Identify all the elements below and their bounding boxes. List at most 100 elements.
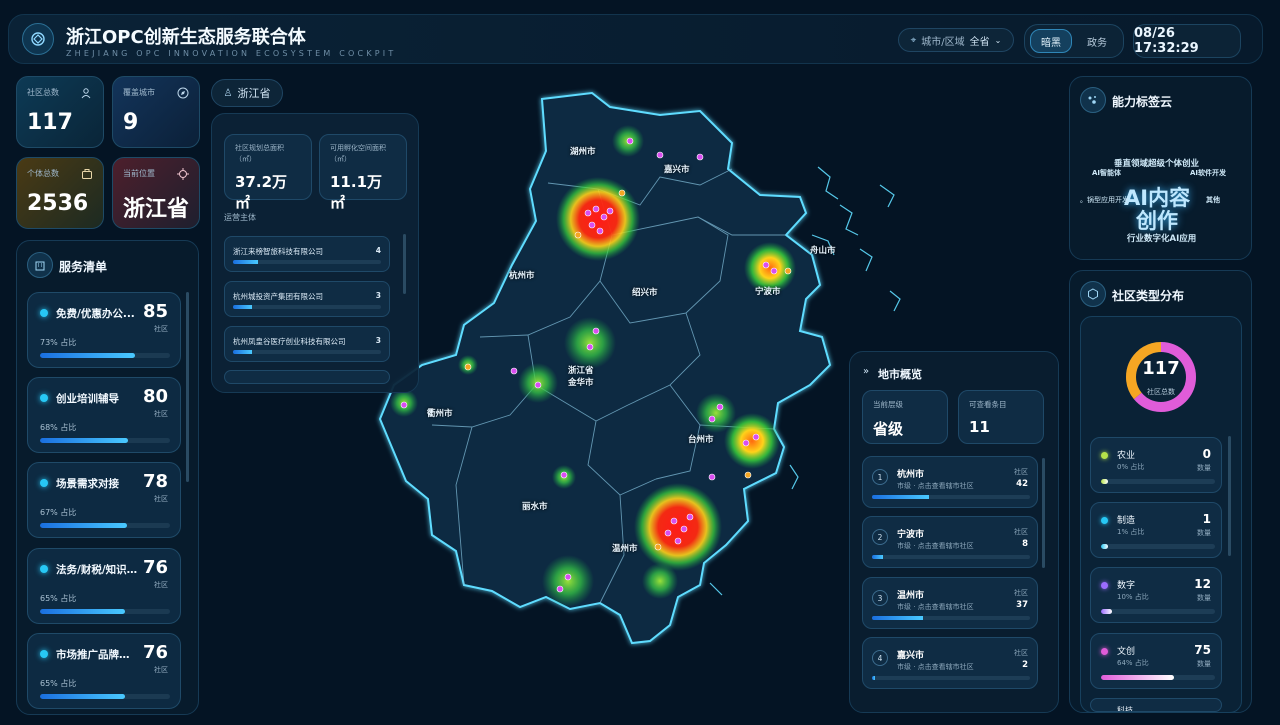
service-item[interactable]: 市场推广品牌宣... 76 社区 65% 占比 xyxy=(27,633,181,709)
city-label-ningbo[interactable]: 宁波市 xyxy=(755,285,781,297)
operator-bar xyxy=(233,305,381,309)
city-label-lishui[interactable]: 丽水市 xyxy=(522,500,548,512)
city-label-taizhou[interactable]: 台州市 xyxy=(688,433,714,445)
compass-icon xyxy=(177,87,189,99)
operator-count: 3 xyxy=(375,336,381,345)
target-icon xyxy=(177,168,189,180)
status-dot xyxy=(40,565,48,573)
service-unit: 社区 xyxy=(154,495,168,503)
service-count: 80 xyxy=(142,386,168,407)
service-progress-fill xyxy=(40,523,128,528)
service-name: 创业培训辅导 xyxy=(56,393,119,405)
service-percent: 68% 占比 xyxy=(40,423,77,432)
operator-row[interactable]: 杭州城投资产集团有限公司 3 xyxy=(224,281,390,317)
city-overview-item[interactable]: 4 嘉兴市 市级 · 点击查看辖市社区 社区 2 xyxy=(862,637,1038,689)
operator-row[interactable]: 杭州凤皇谷医疗创业科技有限公司 3 xyxy=(224,326,390,362)
rank-badge: 1 xyxy=(872,469,888,485)
service-name: 市场推广品牌宣... xyxy=(56,649,138,661)
city-label-hangzhou[interactable]: 杭州市 xyxy=(509,269,535,281)
city-count: 42 xyxy=(1016,479,1028,489)
type-item[interactable]: 制造 1% 占比 1 数量 xyxy=(1090,502,1222,558)
city-label-quzhou[interactable]: 衢州市 xyxy=(427,407,453,419)
type-distribution-title: 社区类型分布 xyxy=(1112,289,1185,303)
tag-vertical-solo[interactable]: 垂直领域超级个体创业 xyxy=(1114,157,1199,169)
city-overview-item[interactable]: 3 温州市 市级 · 点击查看辖市社区 社区 37 xyxy=(862,577,1038,629)
type-count: 75 xyxy=(1194,643,1211,657)
gov-mode-button[interactable]: 政务 xyxy=(1076,29,1118,53)
type-item[interactable]: 数字 10% 占比 12 数量 xyxy=(1090,567,1222,623)
dark-mode-button[interactable]: 暗黑 xyxy=(1030,29,1072,53)
service-item[interactable]: 免费/优惠办公... 85 社区 73% 占比 xyxy=(27,292,181,368)
service-item[interactable]: 场景需求对接 78 社区 67% 占比 xyxy=(27,462,181,538)
type-percent: 1% 占比 xyxy=(1117,528,1145,536)
city-subtitle: 市级 · 点击查看辖市社区 xyxy=(897,542,974,550)
city-overview-item[interactable]: 1 杭州市 市级 · 点击查看辖市社区 社区 42 xyxy=(862,456,1038,508)
city-label-shaoxing[interactable]: 绍兴市 xyxy=(632,286,658,298)
rank-badge: 4 xyxy=(872,650,888,666)
city-overview-scrollbar[interactable] xyxy=(1042,458,1045,568)
tag-creation[interactable]: 创作 xyxy=(1136,205,1178,235)
type-unit: 数量 xyxy=(1197,660,1211,668)
type-unit: 数量 xyxy=(1197,464,1211,472)
type-item[interactable]: 文创 64% 占比 75 数量 xyxy=(1090,633,1222,689)
city-overview-item[interactable]: 2 宁波市 市级 · 点击查看辖市社区 社区 8 xyxy=(862,516,1038,568)
region-tag[interactable]: ♙ 浙江省 xyxy=(211,79,283,107)
city-label-jiaxing[interactable]: 嘉兴市 xyxy=(664,163,690,175)
city-unit: 社区 xyxy=(1014,528,1028,536)
city-label-huzhou[interactable]: 湖州市 xyxy=(570,145,596,157)
type-name: 制造 xyxy=(1117,516,1136,526)
service-percent: 73% 占比 xyxy=(40,338,77,347)
cities-value: 9 xyxy=(123,110,139,135)
type-bar-fill xyxy=(1101,609,1113,614)
operator-bar xyxy=(233,260,381,264)
type-name: 农业 xyxy=(1117,451,1136,461)
tag-ai-agent[interactable]: AI智能体 xyxy=(1092,168,1121,178)
city-region-filter[interactable]: ⌖ 城市/区域 全省 ⌄ xyxy=(898,28,1014,52)
viewable-label: 可查看条目 xyxy=(969,400,1007,409)
service-progress-bar xyxy=(40,609,170,614)
service-progress-bar xyxy=(40,438,170,443)
datetime-display: 08/26 17:32:29 xyxy=(1133,24,1241,58)
type-list-scrollbar[interactable] xyxy=(1228,436,1231,556)
operators-scrollbar[interactable] xyxy=(403,234,406,294)
type-item[interactable]: 农业 0% 占比 0 数量 xyxy=(1090,437,1222,493)
service-item[interactable]: 法务/财税/知识... 76 社区 65% 占比 xyxy=(27,548,181,624)
operator-name: 浙江来榜智旅科技有限公司 xyxy=(233,247,323,256)
tag-partial[interactable]: 。锅型应用开发 xyxy=(1080,195,1129,205)
tag-industry-ai[interactable]: 行业数字化AI应用 xyxy=(1127,232,1196,244)
city-bar xyxy=(872,555,1030,559)
rank-badge: 3 xyxy=(872,590,888,606)
service-list-scrollbar[interactable] xyxy=(186,292,189,482)
page-subtitle: ZHEJIANG OPC INNOVATION ECOSYSTEM COCKPI… xyxy=(66,49,397,58)
type-bar xyxy=(1101,479,1215,484)
chevron-down-icon: ⌄ xyxy=(994,35,1002,45)
city-label-zhoushan[interactable]: 舟山市 xyxy=(810,244,836,256)
service-name: 法务/财税/知识... xyxy=(56,564,138,576)
city-unit: 社区 xyxy=(1014,649,1028,657)
donut-total-value: 117 xyxy=(1142,358,1180,379)
location-card: 当前位置 浙江省 xyxy=(112,157,200,229)
service-unit: 社区 xyxy=(154,666,168,674)
donut-total-label: 社区总数 xyxy=(1147,388,1175,396)
province-outline xyxy=(378,91,832,645)
city-unit: 社区 xyxy=(1014,468,1028,476)
area-value: 37.2万㎡ xyxy=(235,173,288,212)
rank-badge: 2 xyxy=(872,529,888,545)
type-unit: 数量 xyxy=(1197,594,1211,602)
city-label-jinhua[interactable]: 浙江省 金华市 xyxy=(568,364,594,388)
service-percent: 65% 占比 xyxy=(40,594,77,603)
type-item-partial[interactable]: 科技 xyxy=(1090,698,1222,712)
city-label-wenzhou[interactable]: 温州市 xyxy=(612,542,638,554)
area-card: 社区规划总面积（㎡） 37.2万㎡ xyxy=(224,134,312,212)
operator-row-partial[interactable] xyxy=(224,370,390,384)
tag-other[interactable]: 其他 xyxy=(1206,195,1220,205)
building-icon xyxy=(27,252,53,278)
service-progress-bar xyxy=(40,523,170,528)
theme-toggle: 暗黑 政务 xyxy=(1024,24,1124,58)
service-item[interactable]: 创业培训辅导 80 社区 68% 占比 xyxy=(27,377,181,453)
tag-ai-software[interactable]: AI软件开发 xyxy=(1190,168,1226,178)
operator-bar-fill xyxy=(233,305,253,309)
operator-row[interactable]: 浙江来榜智旅科技有限公司 4 xyxy=(224,236,390,272)
space-label: 可用孵化空间面积（㎡） xyxy=(330,144,386,163)
person-pin-icon: ♙ xyxy=(223,87,233,99)
